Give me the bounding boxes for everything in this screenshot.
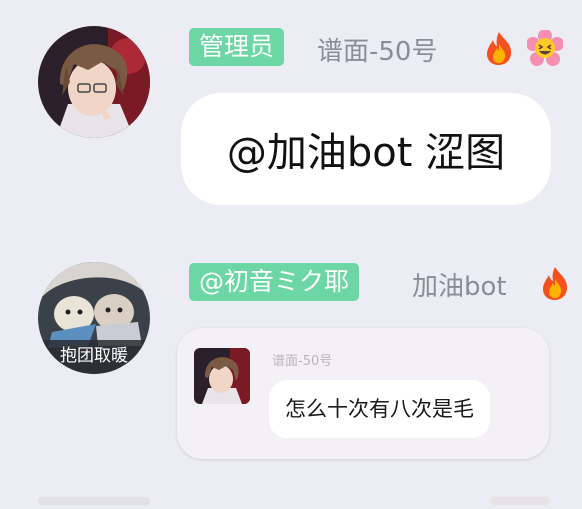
reply-card[interactable]: 谱面-50号 怎么十次有八次是毛 [177,328,549,459]
bot-nickname[interactable]: 加油bot [412,266,507,303]
message-text: @加油bot 涩图 [226,130,506,176]
message-bubble[interactable]: @加油bot 涩图 [181,93,551,205]
bot-avatar[interactable]: 抱团取暖 [38,262,150,374]
sender-nickname[interactable]: 谱面-50号 [317,31,437,68]
anime-avatar-image [38,26,150,138]
title-badge: @初音ミク耶 [189,263,360,301]
avatar-caption: 抱团取暖 [60,346,128,366]
fire-emoji [538,265,572,305]
fire-emoji [482,30,516,70]
sender-avatar[interactable] [38,26,150,138]
quoted-avatar [194,348,250,404]
quoted-message: 怎么十次有八次是毛 [269,380,490,438]
quoted-nickname: 谱面-50号 [272,354,333,369]
admin-badge: 管理员 [189,28,285,66]
next-message-edge [0,490,582,505]
bears-avatar-image: 抱团取暖 [38,262,150,374]
grinning-flower-emoji [526,29,564,70]
